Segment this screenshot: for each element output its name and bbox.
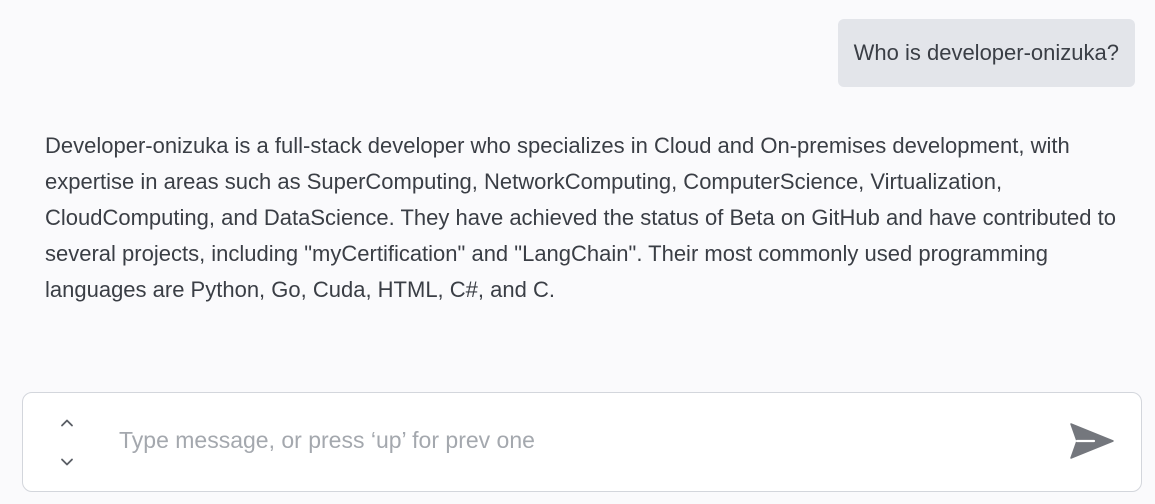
user-message-bubble: Who is developer-onizuka? (837, 19, 1135, 87)
message-input[interactable] (119, 418, 1039, 462)
chevron-up-icon (61, 419, 73, 427)
history-up-button[interactable] (56, 412, 78, 434)
message-composer (22, 392, 1142, 492)
chat-conversation: Who is developer-onizuka? Developer-oniz… (0, 0, 1155, 390)
history-down-button[interactable] (56, 451, 78, 473)
send-button[interactable] (1069, 421, 1115, 461)
assistant-message-text: Developer-onizuka is a full-stack develo… (45, 133, 1116, 302)
user-message-text: Who is developer-onizuka? (853, 40, 1119, 65)
send-icon (1070, 423, 1114, 459)
chevron-down-icon (61, 458, 73, 466)
